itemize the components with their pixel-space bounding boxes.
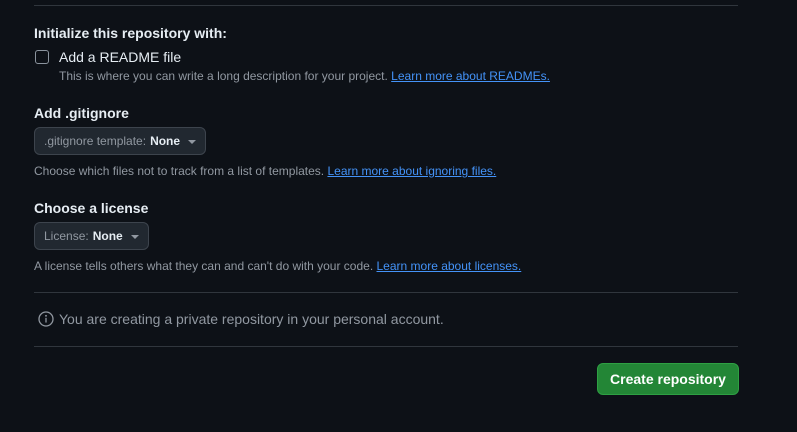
gitignore-help-link[interactable]: Learn more about ignoring files. [327,164,496,178]
create-repository-button[interactable]: Create repository [597,363,739,395]
license-heading: Choose a license [34,200,149,216]
license-help-link[interactable]: Learn more about licenses. [377,259,522,273]
initialize-heading: Initialize this repository with: [34,25,227,41]
readme-checkbox[interactable] [35,50,49,64]
caret-down-icon [130,235,139,239]
license-select-value: None [92,229,123,243]
readme-help: This is where you can write a long descr… [59,69,550,83]
license-help: A license tells others what they can and… [34,259,521,273]
private-repo-notice: You are creating a private repository in… [38,311,444,327]
license-select[interactable]: License: None [34,222,149,250]
caret-down-icon [188,140,197,144]
gitignore-select-prefix: .gitignore template: [44,134,147,148]
gitignore-template-select[interactable]: .gitignore template: None [34,127,207,155]
gitignore-select-value: None [150,134,181,148]
gitignore-help-text: Choose which files not to track from a l… [34,164,325,178]
license-select-prefix: License: [44,229,89,243]
bottom-divider [34,346,738,347]
gitignore-heading: Add .gitignore [34,105,129,121]
gitignore-help: Choose which files not to track from a l… [34,164,496,178]
readme-checkbox-label[interactable]: Add a README file [59,49,181,65]
create-repo-form-footer: Initialize this repository with: Add a R… [0,0,797,432]
top-divider [34,5,738,6]
info-icon [38,311,54,327]
readme-help-text: This is where you can write a long descr… [59,69,388,83]
middle-divider [34,292,738,293]
notice-text: You are creating a private repository in… [59,311,444,327]
readme-help-link[interactable]: Learn more about READMEs. [391,69,550,83]
license-help-text: A license tells others what they can and… [34,259,374,273]
